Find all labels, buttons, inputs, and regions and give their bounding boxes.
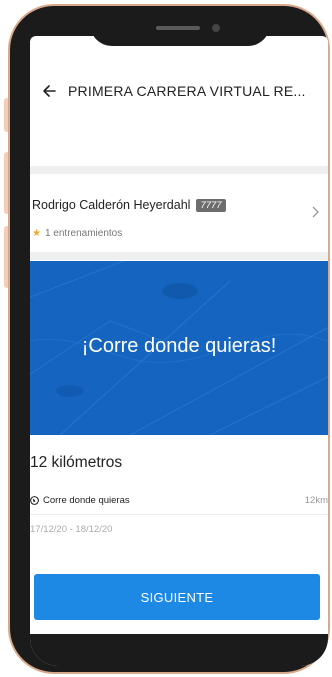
chevron-right-icon xyxy=(312,206,319,218)
event-mode-row: Corre donde quieras 12km xyxy=(30,486,328,515)
screen: PRIMERA CARRERA VIRTUAL RE... Rodrigo Ca… xyxy=(30,36,328,666)
phone-notch xyxy=(90,12,270,46)
trainings-count: 1 entrenamientos xyxy=(44,228,123,239)
camera xyxy=(212,24,220,32)
athlete-name: Rodrigo Calderón Heyerdahl xyxy=(32,198,191,212)
athlete-trainings: ★ 1 entrenamientos xyxy=(32,228,122,239)
next-button[interactable]: SIGUIENTE xyxy=(34,574,320,620)
athlete-name-row: Rodrigo Calderón Heyerdahl 7777 xyxy=(32,198,226,212)
page-title: PRIMERA CARRERA VIRTUAL RE... xyxy=(68,83,306,99)
banner-text: ¡Corre donde quieras! xyxy=(81,335,277,357)
arrow-left-icon[interactable] xyxy=(30,83,68,99)
event-mode-label: Corre donde quieras xyxy=(43,494,130,506)
globe-icon xyxy=(30,495,39,505)
athlete-badge: 7777 xyxy=(196,198,226,212)
phone-frame: PRIMERA CARRERA VIRTUAL RE... Rodrigo Ca… xyxy=(10,6,328,672)
bottom-bar xyxy=(30,634,328,666)
divider xyxy=(30,166,328,174)
event-dates: 17/12/20 - 18/12/20 xyxy=(30,524,113,535)
app-bar: PRIMERA CARRERA VIRTUAL RE... xyxy=(30,66,328,116)
divider xyxy=(30,252,328,260)
star-icon: ★ xyxy=(32,228,41,239)
athlete-card[interactable]: Rodrigo Calderón Heyerdahl 7777 ★ 1 entr… xyxy=(30,174,328,252)
event-banner: ¡Corre donde quieras! xyxy=(30,261,328,435)
event-distance: 12km xyxy=(304,494,328,506)
event-title: 12 kilómetros xyxy=(30,454,123,471)
speaker xyxy=(156,26,200,30)
